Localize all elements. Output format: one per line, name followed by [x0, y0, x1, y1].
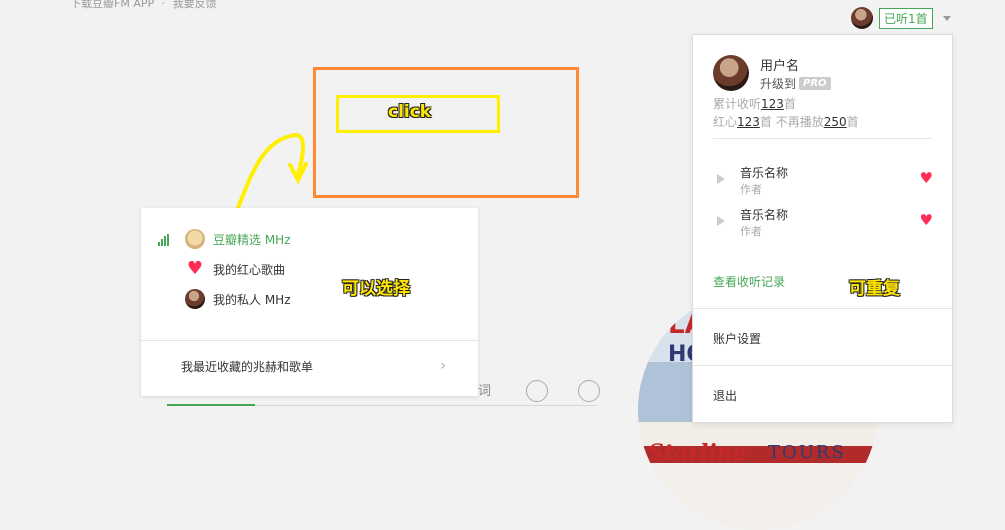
pro-badge[interactable]: PRO	[799, 77, 831, 90]
logout-link[interactable]: 退出	[713, 387, 737, 404]
user-menu-toggle[interactable]: 已听1首	[851, 7, 951, 29]
play-icon[interactable]	[717, 216, 725, 226]
username: 用户名	[760, 59, 800, 74]
annotation-select-label: 可以选择	[342, 279, 410, 299]
stat-unit: 首	[783, 97, 796, 111]
stat-label: 首 不再播放	[759, 115, 824, 129]
upgrade-label: 升级到	[760, 77, 797, 91]
track-item[interactable]: 音乐名称 作者 ♥	[713, 206, 933, 240]
dropdown-divider	[713, 138, 932, 139]
share-icon[interactable]	[578, 380, 600, 402]
stat-unit: 首	[846, 115, 859, 129]
skip-count[interactable]: 250	[824, 115, 847, 129]
panel-divider	[141, 340, 478, 341]
channel-label: 豆瓣精选 MHz	[213, 232, 291, 247]
recent-favorites-link[interactable]: 我最近收藏的兆赫和歌单	[181, 358, 313, 375]
heart-icon[interactable]: ♥	[920, 169, 933, 187]
channel-item-douban-selected[interactable]: 豆瓣精选 MHz	[185, 228, 291, 250]
stat-label: 红心	[713, 115, 738, 129]
now-playing-signal-icon	[158, 234, 169, 246]
track-artist: 作者	[740, 183, 762, 196]
hearts-skip-stat: 红心123首 不再播放250首	[713, 113, 859, 130]
heart-icon: ♥	[186, 258, 204, 279]
annotation-arrow	[233, 133, 308, 217]
user-avatar[interactable]	[851, 7, 873, 29]
channel-panel: 豆瓣精选 MHz ♥ 我的红心歌曲 我的私人 MHz 我最近收藏的兆赫和歌单 ›	[141, 208, 478, 396]
channel-label: 我的私人 MHz	[213, 292, 291, 307]
dropdown-divider	[693, 308, 952, 309]
annotation-click-label: click	[388, 102, 432, 122]
total-listened-count[interactable]: 123	[761, 97, 784, 111]
top-nav: 下载豆瓣FM APP · 我要反馈	[70, 0, 217, 11]
chevron-right-icon[interactable]: ›	[440, 358, 446, 374]
stat-label: 累计收听	[713, 97, 762, 111]
listen-history-link[interactable]: 查看收听记录	[713, 273, 785, 290]
track-name: 音乐名称	[740, 208, 789, 222]
upgrade-pro-link[interactable]: 升级到 PRO	[760, 75, 831, 92]
feedback-link[interactable]: 我要反馈	[173, 0, 217, 10]
dropdown-divider	[693, 365, 952, 366]
user-dropdown-menu: 用户名 升级到 PRO 累计收听123首 红心123首 不再播放250首 音乐名…	[692, 34, 953, 423]
annotation-repeat-label: 可重复	[849, 279, 900, 299]
dropdown-avatar[interactable]	[713, 55, 749, 91]
track-artist: 作者	[740, 225, 762, 238]
channel-item-red-heart[interactable]: ♥ 我的红心歌曲	[185, 258, 285, 280]
channel-label: 我的红心歌曲	[213, 262, 286, 277]
total-listened-stat: 累计收听123首	[713, 95, 796, 112]
hearts-count[interactable]: 123	[737, 115, 760, 129]
play-icon[interactable]	[717, 174, 725, 184]
track-item[interactable]: 音乐名称 作者 ♥	[713, 164, 933, 198]
album-tours-text: TOURS	[768, 442, 846, 463]
listened-count-badge: 已听1首	[879, 7, 933, 29]
download-cloud-icon[interactable]	[526, 380, 548, 402]
lyrics-icon[interactable]: 词	[478, 380, 491, 399]
album-brand-text: Starline	[648, 440, 747, 466]
progress-fill	[167, 404, 255, 406]
channel-item-personal[interactable]: 我的私人 MHz	[185, 288, 291, 310]
douban-bean-icon	[185, 229, 205, 249]
nav-separator: ·	[161, 0, 166, 10]
download-app-link[interactable]: 下载豆瓣FM APP	[70, 0, 154, 10]
chevron-down-icon[interactable]	[942, 15, 951, 21]
personal-avatar-icon	[185, 289, 205, 309]
account-settings-link[interactable]: 账户设置	[713, 330, 761, 347]
track-name: 音乐名称	[740, 166, 789, 180]
heart-icon[interactable]: ♥	[920, 211, 933, 229]
